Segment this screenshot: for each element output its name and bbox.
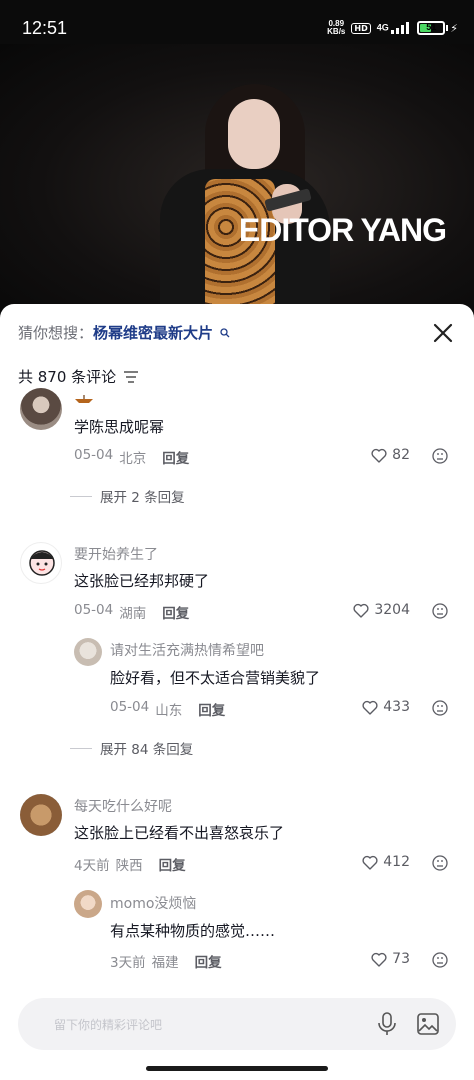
- battery-icon: 51 ⚡: [417, 21, 458, 35]
- heart-icon: [371, 448, 387, 463]
- dislike-icon[interactable]: [432, 448, 448, 464]
- comment-meta: 05-04 北京 回复: [74, 447, 190, 467]
- like-button[interactable]: 433: [362, 699, 410, 715]
- hd-icon: HD: [351, 22, 371, 34]
- comment-count-header: 共 870 条评论: [18, 366, 139, 387]
- reply-button[interactable]: 回复: [198, 699, 225, 719]
- reply-author[interactable]: 请对生活充满热情希望吧: [110, 640, 264, 660]
- like-count: 3204: [374, 602, 410, 618]
- comment-meta: 05-04 湖南 回复: [74, 602, 190, 622]
- avatar[interactable]: [20, 542, 62, 584]
- net-speed: 0.89 KB/s: [327, 19, 346, 36]
- search-suggestion[interactable]: 猜你想搜：杨幂维密最新大片: [18, 322, 230, 343]
- reply-meta: 05-04 山东 回复: [110, 699, 226, 719]
- like-button[interactable]: 82: [371, 447, 410, 463]
- avatar[interactable]: [20, 794, 62, 836]
- reply-avatar[interactable]: [74, 638, 102, 666]
- video-frame: [0, 44, 474, 330]
- heart-icon: [362, 700, 378, 715]
- reply-meta: 3天前 福建 回复: [110, 951, 222, 971]
- comment-meta: 4天前 陕西 回复: [74, 854, 186, 874]
- comment-text: 这张脸已经邦邦硬了: [74, 572, 210, 590]
- video-watermark: EDITOR YANG: [238, 212, 447, 248]
- comment-author[interactable]: 每天吃什么好呢: [74, 796, 172, 816]
- comment-text: 学陈思成呢幂: [74, 418, 165, 436]
- status-icons: 0.89 KB/s HD 4G 51 ⚡: [327, 20, 458, 36]
- reply-button[interactable]: 回复: [162, 602, 189, 622]
- comment-text: 这张脸上已经看不出喜怒哀乐了: [74, 824, 285, 842]
- home-indicator[interactable]: [146, 1066, 328, 1071]
- dislike-icon[interactable]: [432, 603, 448, 619]
- microphone-icon[interactable]: [377, 1012, 397, 1036]
- dislike-icon[interactable]: [432, 952, 448, 968]
- comment-count: 共 870 条评论: [18, 368, 117, 386]
- comment-author[interactable]: 要开始养生了: [74, 544, 158, 564]
- expand-replies-button[interactable]: 展开 2 条回复: [70, 486, 185, 506]
- boat-emoji-icon: [75, 395, 93, 403]
- reply-text: 有点某种物质的感觉……: [110, 922, 276, 940]
- heart-icon: [371, 952, 387, 967]
- search-icon: [220, 328, 230, 338]
- dislike-icon[interactable]: [432, 855, 448, 871]
- like-button[interactable]: 412: [362, 854, 410, 870]
- status-time: 12:51: [22, 18, 68, 38]
- expand-replies-button[interactable]: 展开 84 条回复: [70, 738, 193, 758]
- reply-button[interactable]: 回复: [159, 854, 186, 874]
- reply-text: 脸好看，但不太适合营销美貌了: [110, 669, 321, 687]
- sort-filter-icon[interactable]: [124, 370, 139, 383]
- heart-icon: [353, 603, 369, 618]
- image-icon[interactable]: [416, 1012, 440, 1036]
- like-count: 82: [392, 447, 410, 463]
- like-button[interactable]: 3204: [353, 602, 410, 618]
- reply-author[interactable]: momo没烦恼: [110, 893, 196, 913]
- like-count: 433: [383, 699, 410, 715]
- comment-input[interactable]: 留下你的精彩评论吧: [18, 998, 456, 1050]
- close-icon[interactable]: [432, 322, 454, 344]
- like-count: 73: [392, 951, 410, 967]
- status-bar: 12:51 0.89 KB/s HD 4G 51 ⚡: [0, 0, 474, 58]
- charging-icon: ⚡: [450, 21, 458, 35]
- avatar[interactable]: [20, 388, 62, 430]
- like-count: 412: [383, 854, 410, 870]
- signal-icon: 4G: [377, 22, 412, 34]
- dislike-icon[interactable]: [432, 700, 448, 716]
- like-button[interactable]: 73: [371, 951, 410, 967]
- figure-face: [228, 99, 280, 169]
- suggest-query-link[interactable]: 杨幂维密最新大片: [93, 324, 213, 342]
- video-player[interactable]: EDITOR YANG 12:51 0.89 KB/s HD 4G 51 ⚡: [0, 0, 474, 330]
- reply-button[interactable]: 回复: [195, 951, 222, 971]
- reply-button[interactable]: 回复: [162, 447, 189, 467]
- comment-input-placeholder: 留下你的精彩评论吧: [54, 1018, 163, 1032]
- heart-icon: [362, 855, 378, 870]
- reply-avatar[interactable]: [74, 890, 102, 918]
